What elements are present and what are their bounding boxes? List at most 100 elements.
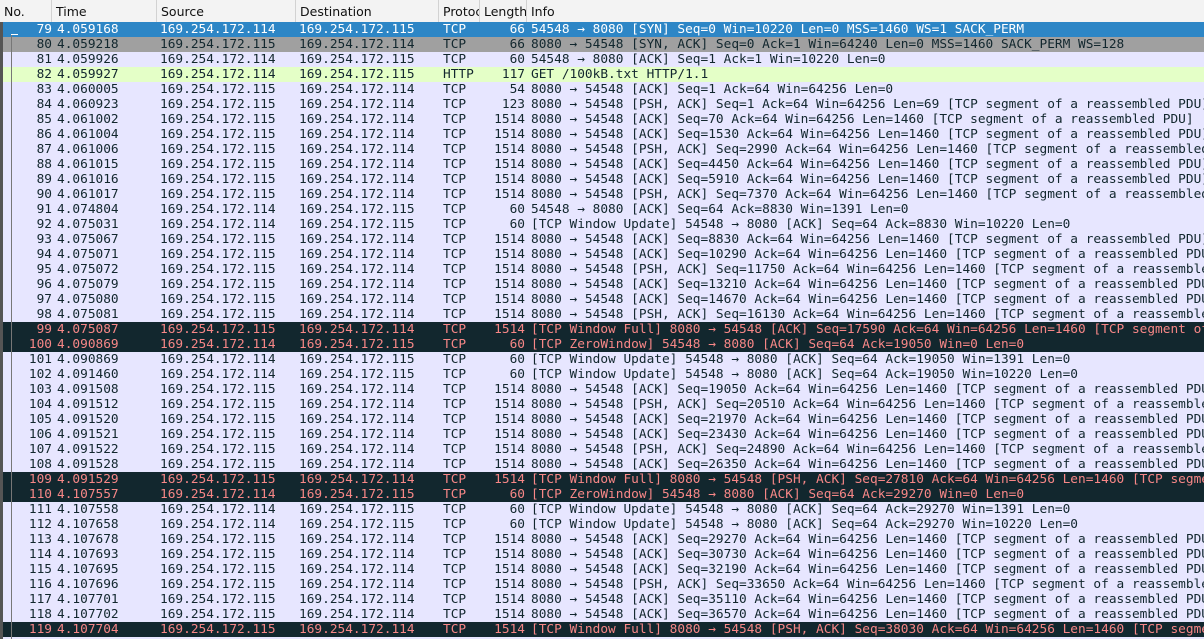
- packet-row[interactable]: 111 4.107558 169.254.172.114 169.254.172.11…: [0, 502, 1204, 517]
- packet-row[interactable]: 117 4.107701 169.254.172.115 169.254.172.11…: [0, 592, 1204, 607]
- packet-time: 4.061017: [57, 187, 119, 202]
- packet-row[interactable]: 109 4.091529 169.254.172.115 169.254.172.11…: [0, 472, 1204, 487]
- column-header-time[interactable]: Time: [52, 0, 157, 22]
- packet-time: 4.090869: [57, 352, 119, 367]
- packet-time: 4.061016: [57, 172, 119, 187]
- packet-number: 105: [28, 412, 52, 427]
- packet-destination: 169.254.172.114: [299, 532, 415, 547]
- packet-row[interactable]: 91 4.074804 169.254.172.114 169.254.172.115…: [0, 202, 1204, 217]
- packet-protocol: TCP: [443, 442, 467, 457]
- packet-protocol: TCP: [443, 607, 467, 622]
- packet-number: 83: [36, 82, 52, 97]
- packet-source: 169.254.172.115: [160, 562, 276, 577]
- packet-protocol: TCP: [443, 337, 467, 352]
- packet-length: 66: [509, 22, 525, 37]
- packet-row[interactable]: 118 4.107702 169.254.172.115 169.254.172.11…: [0, 607, 1204, 622]
- left-border: [0, 22, 3, 639]
- packet-row[interactable]: 92 4.075031 169.254.172.114 169.254.172.115…: [0, 217, 1204, 232]
- packet-row[interactable]: 113 4.107678 169.254.172.115 169.254.172.11…: [0, 532, 1204, 547]
- packet-source: 169.254.172.115: [160, 577, 276, 592]
- packet-row[interactable]: 112 4.107658 169.254.172.114 169.254.172.11…: [0, 517, 1204, 532]
- packet-source: 169.254.172.115: [160, 247, 276, 262]
- packet-protocol: TCP: [443, 22, 467, 37]
- packet-destination: 169.254.172.114: [299, 412, 415, 427]
- packet-row[interactable]: 119 4.107704 169.254.172.115 169.254.172.11…: [0, 622, 1204, 637]
- packet-row[interactable]: 83 4.060005 169.254.172.115 169.254.172.114…: [0, 82, 1204, 97]
- packet-row[interactable]: 88 4.061015 169.254.172.115 169.254.172.114…: [0, 157, 1204, 172]
- column-header-source[interactable]: Source: [157, 0, 296, 22]
- column-header-protocol[interactable]: Protocol: [439, 0, 480, 22]
- packet-protocol: TCP: [443, 562, 467, 577]
- packet-time: 4.091528: [57, 457, 119, 472]
- packet-number: 109: [28, 472, 52, 487]
- packet-list[interactable]: 79 4.059168 169.254.172.114 169.254.172.115…: [0, 22, 1204, 637]
- packet-source: 169.254.172.115: [160, 472, 276, 487]
- packet-protocol: TCP: [443, 577, 467, 592]
- packet-row[interactable]: 105 4.091520 169.254.172.115 169.254.172.11…: [0, 412, 1204, 427]
- packet-row[interactable]: 85 4.061002 169.254.172.115 169.254.172.114…: [0, 112, 1204, 127]
- packet-row[interactable]: 104 4.091512 169.254.172.115 169.254.172.11…: [0, 397, 1204, 412]
- packet-number: 102: [28, 367, 52, 382]
- packet-row[interactable]: 97 4.075080 169.254.172.115 169.254.172.114…: [0, 292, 1204, 307]
- packet-row[interactable]: 81 4.059926 169.254.172.114 169.254.172.115…: [0, 52, 1204, 67]
- packet-row[interactable]: 95 4.075072 169.254.172.115 169.254.172.114…: [0, 262, 1204, 277]
- packet-length: 1514: [494, 322, 525, 337]
- column-header-no[interactable]: No.: [0, 0, 52, 22]
- packet-row[interactable]: 80 4.059218 169.254.172.115 169.254.172.114…: [0, 37, 1204, 52]
- packet-row[interactable]: 86 4.061004 169.254.172.115 169.254.172.114…: [0, 127, 1204, 142]
- packet-source: 169.254.172.114: [160, 367, 276, 382]
- packet-row[interactable]: 89 4.061016 169.254.172.115 169.254.172.114…: [0, 172, 1204, 187]
- packet-time: 4.107701: [57, 592, 119, 607]
- packet-row[interactable]: 116 4.107696 169.254.172.115 169.254.172.11…: [0, 577, 1204, 592]
- packet-info: 8080 → 54548 [SYN, ACK] Seq=0 Ack=1 Win=…: [531, 37, 1125, 52]
- packet-protocol: TCP: [443, 187, 467, 202]
- packet-row[interactable]: 99 4.075087 169.254.172.115 169.254.172.114…: [0, 322, 1204, 337]
- column-header-length[interactable]: Length: [480, 0, 527, 22]
- packet-row[interactable]: 93 4.075067 169.254.172.115 169.254.172.114…: [0, 232, 1204, 247]
- packet-source: 169.254.172.115: [160, 622, 276, 637]
- packet-row[interactable]: 103 4.091508 169.254.172.115 169.254.172.11…: [0, 382, 1204, 397]
- packet-number: 93: [36, 232, 52, 247]
- packet-row[interactable]: 110 4.107557 169.254.172.114 169.254.172.11…: [0, 487, 1204, 502]
- packet-source: 169.254.172.114: [160, 517, 276, 532]
- packet-row[interactable]: 98 4.075081 169.254.172.115 169.254.172.114…: [0, 307, 1204, 322]
- packet-row[interactable]: 107 4.091522 169.254.172.115 169.254.172.11…: [0, 442, 1204, 457]
- packet-length: 1514: [494, 142, 525, 157]
- packet-source: 169.254.172.115: [160, 112, 276, 127]
- column-header-destination[interactable]: Destination: [296, 0, 439, 22]
- packet-number: 86: [36, 127, 52, 142]
- packet-row[interactable]: 82 4.059927 169.254.172.114 169.254.172.115…: [0, 67, 1204, 82]
- packet-row[interactable]: 100 4.090869 169.254.172.114 169.254.172.11…: [0, 337, 1204, 352]
- column-header-info[interactable]: Info: [527, 0, 1204, 22]
- packet-row[interactable]: 102 4.091460 169.254.172.114 169.254.172.11…: [0, 367, 1204, 382]
- packet-row[interactable]: 90 4.061017 169.254.172.115 169.254.172.114…: [0, 187, 1204, 202]
- packet-source: 169.254.172.115: [160, 442, 276, 457]
- packet-row[interactable]: 79 4.059168 169.254.172.114 169.254.172.115…: [0, 22, 1204, 37]
- packet-destination: 169.254.172.115: [299, 202, 415, 217]
- packet-row[interactable]: 94 4.075071 169.254.172.115 169.254.172.114…: [0, 247, 1204, 262]
- packet-row[interactable]: 101 4.090869 169.254.172.114 169.254.172.11…: [0, 352, 1204, 367]
- packet-time: 4.091512: [57, 397, 119, 412]
- packet-source: 169.254.172.115: [160, 532, 276, 547]
- packet-length: 60: [509, 517, 525, 532]
- packet-length: 66: [509, 37, 525, 52]
- packet-row[interactable]: 96 4.075079 169.254.172.115 169.254.172.114…: [0, 277, 1204, 292]
- packet-row[interactable]: 87 4.061006 169.254.172.115 169.254.172.114…: [0, 142, 1204, 157]
- packet-length: 60: [509, 502, 525, 517]
- packet-row[interactable]: 84 4.060923 169.254.172.115 169.254.172.114…: [0, 97, 1204, 112]
- packet-row[interactable]: 115 4.107695 169.254.172.115 169.254.172.11…: [0, 562, 1204, 577]
- packet-destination: 169.254.172.114: [299, 427, 415, 442]
- packet-time: 4.075071: [57, 247, 119, 262]
- packet-row[interactable]: 108 4.091528 169.254.172.115 169.254.172.11…: [0, 457, 1204, 472]
- packet-time: 4.091508: [57, 382, 119, 397]
- packet-destination: 169.254.172.115: [299, 352, 415, 367]
- packet-destination: 169.254.172.114: [299, 142, 415, 157]
- packet-info: 8080 → 54548 [PSH, ACK] Seq=20510 Ack=64…: [531, 397, 1204, 412]
- packet-time: 4.075031: [57, 217, 119, 232]
- packet-number: 84: [36, 97, 52, 112]
- packet-destination: 169.254.172.114: [299, 127, 415, 142]
- packet-destination: 169.254.172.114: [299, 82, 415, 97]
- packet-length: 1514: [494, 187, 525, 202]
- packet-row[interactable]: 106 4.091521 169.254.172.115 169.254.172.11…: [0, 427, 1204, 442]
- packet-row[interactable]: 114 4.107693 169.254.172.115 169.254.172.11…: [0, 547, 1204, 562]
